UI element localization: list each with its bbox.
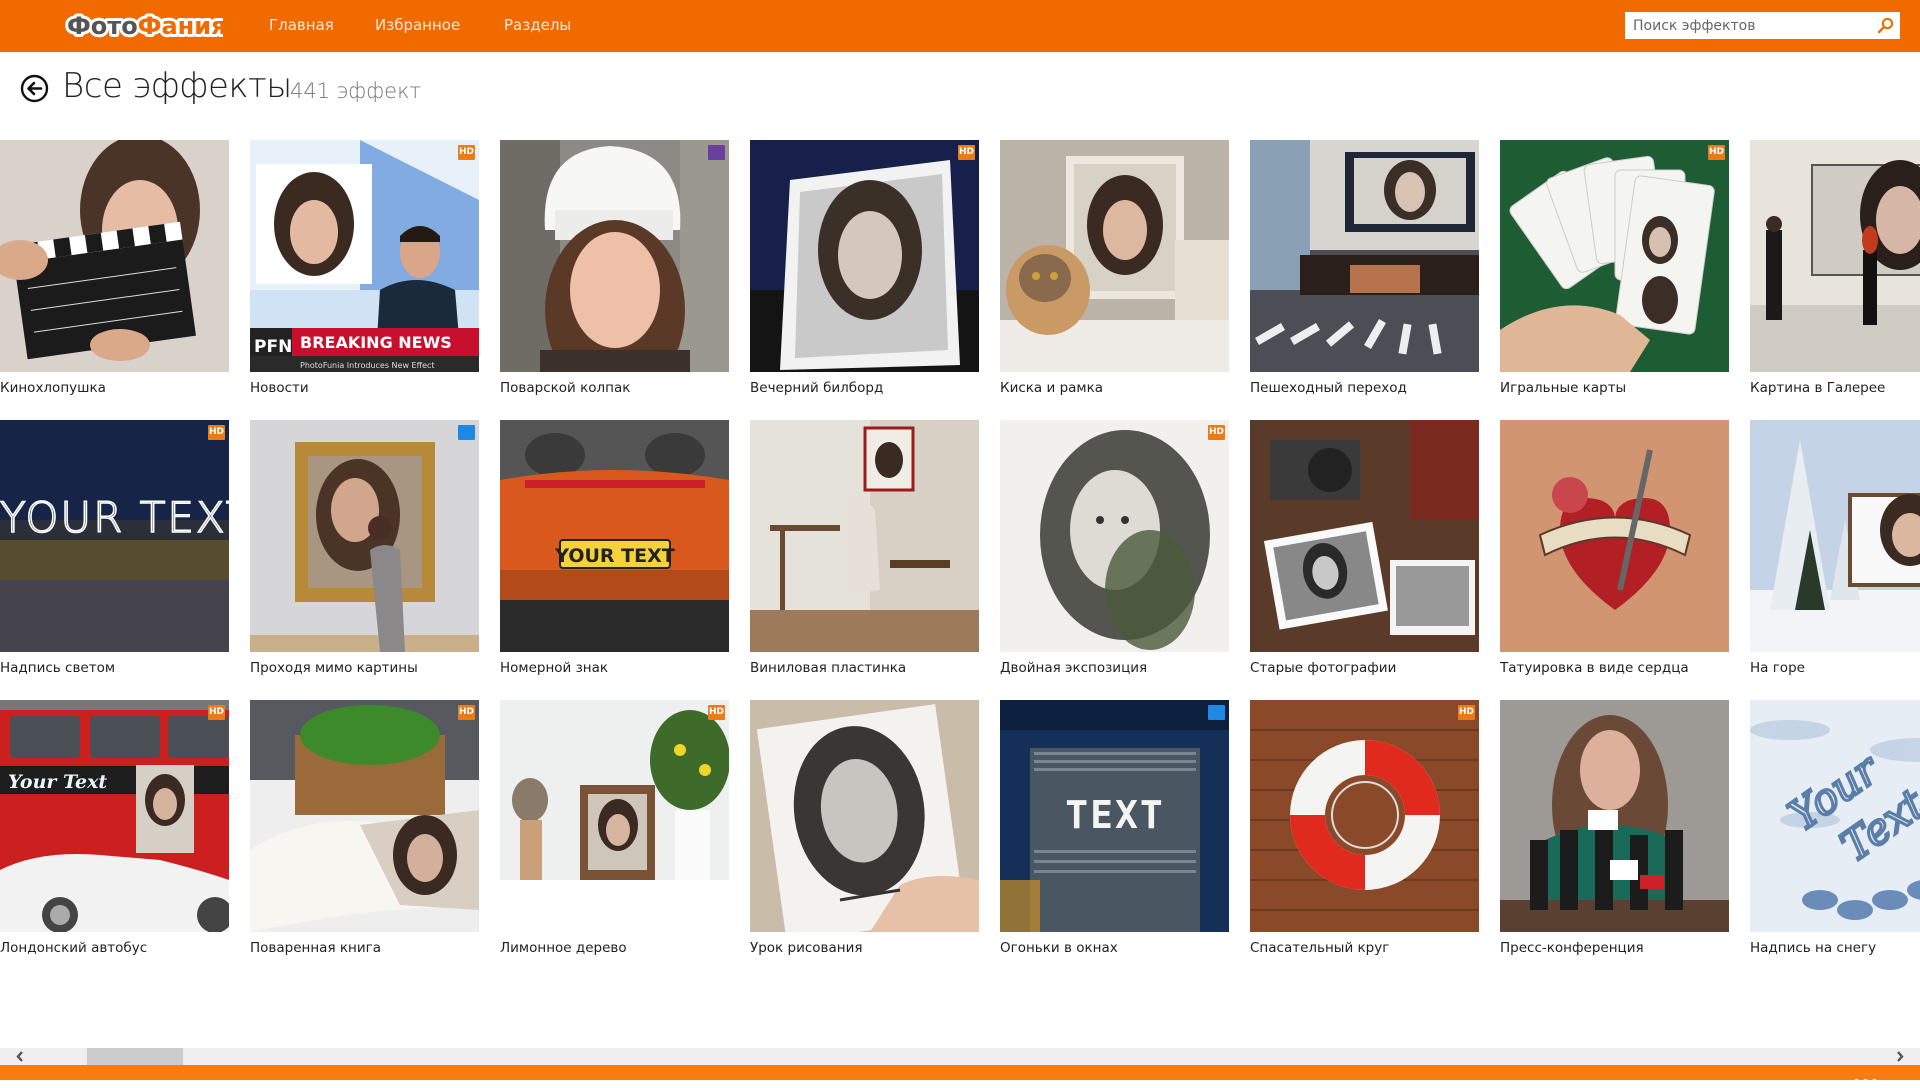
- video-camera-icon: [1208, 705, 1225, 720]
- effect-count: 441 эффект: [290, 79, 422, 103]
- effect-thumbnail[interactable]: [500, 140, 729, 372]
- hd-badge: HD: [958, 145, 975, 160]
- effect-thumbnail[interactable]: HD: [1000, 420, 1229, 652]
- svg-text:YOUR TEXT: YOUR TEXT: [0, 493, 229, 542]
- effect-thumbnail[interactable]: HD: [1250, 700, 1479, 932]
- top-app-bar: ФотоФания ФотоФания Главная Избранное Ра…: [0, 0, 1920, 52]
- effect-thumbnail[interactable]: [1500, 420, 1729, 652]
- effect-label: Новости: [250, 380, 309, 396]
- more-options-icon[interactable]: [1854, 1069, 1882, 1084]
- effect-label: Киска и рамка: [1000, 380, 1104, 396]
- scrollbar-thumb[interactable]: [87, 1048, 183, 1065]
- effect-label: Татуировка в виде сердца: [1500, 660, 1689, 676]
- hd-badge: HD: [1208, 425, 1225, 440]
- effect-label: Огоньки в окнах: [1000, 940, 1118, 956]
- effect-label: Надпись светом: [0, 660, 116, 676]
- effect-label: Поваренная книга: [250, 940, 381, 956]
- effect-thumbnail[interactable]: [1250, 140, 1479, 372]
- effect-label: Пресс-конференция: [1500, 940, 1644, 956]
- hd-badge: HD: [458, 705, 475, 720]
- svg-text:PhotoFunia Introduces New Effe: PhotoFunia Introduces New Effect: [300, 361, 435, 370]
- svg-text:YOUR TEXT: YOUR TEXT: [554, 545, 674, 567]
- effect-label: Старые фотографии: [1250, 660, 1397, 676]
- effect-label: Спасательный круг: [1250, 940, 1390, 956]
- search-input[interactable]: [1625, 12, 1873, 39]
- search-box: [1625, 12, 1900, 39]
- svg-text:TEXT: TEXT: [1065, 793, 1165, 837]
- effect-label: Пешеходный переход: [1250, 380, 1407, 396]
- effect-thumbnail[interactable]: Your Text: [1750, 700, 1920, 932]
- logo-text: ФотоФания: [67, 12, 223, 40]
- effect-label: На горе: [1750, 660, 1805, 676]
- effect-thumbnail[interactable]: [0, 140, 229, 372]
- hd-badge: HD: [208, 425, 225, 440]
- app-logo[interactable]: ФотоФания ФотоФания: [65, 9, 223, 41]
- face-detection-icon: [708, 145, 725, 160]
- effect-thumbnail[interactable]: PFN BREAKING NEWS PhotoFunia Introduces …: [250, 140, 479, 372]
- effect-label: Урок рисования: [750, 940, 863, 956]
- effect-label: Вечерний билборд: [750, 380, 884, 396]
- search-icon[interactable]: [1877, 17, 1894, 34]
- video-camera-icon: [458, 425, 475, 440]
- effect-label: Лондонский автобус: [0, 940, 148, 956]
- effect-thumbnail[interactable]: HD: [750, 140, 979, 372]
- effect-thumbnail[interactable]: HD: [250, 700, 479, 932]
- effect-thumbnail[interactable]: Your Text HD: [0, 700, 229, 932]
- effects-grid: Кинохлопушка PFN BREAKING NEWS PhotoFuni…: [0, 140, 1920, 1040]
- horizontal-scrollbar[interactable]: [0, 1048, 1920, 1065]
- effect-label: Лимонное дерево: [500, 940, 627, 956]
- effect-thumbnail[interactable]: [750, 420, 979, 652]
- nav-sections[interactable]: Разделы: [504, 16, 571, 34]
- bottom-app-bar: [0, 1065, 1920, 1084]
- svg-text:Your Text: Your Text: [8, 771, 107, 793]
- effect-thumbnail[interactable]: [1250, 420, 1479, 652]
- hd-badge: HD: [458, 145, 475, 160]
- scroll-left-icon[interactable]: [14, 1050, 26, 1063]
- hd-badge: HD: [1458, 705, 1475, 720]
- effect-label: Кинохлопушка: [0, 380, 106, 396]
- effect-thumbnail[interactable]: [1000, 140, 1229, 372]
- effect-thumbnail[interactable]: YOUR TEXT: [500, 420, 729, 652]
- svg-text:PFN: PFN: [254, 337, 292, 357]
- effect-thumbnail[interactable]: HD: [1500, 140, 1729, 372]
- effect-thumbnail[interactable]: [250, 420, 479, 652]
- effect-thumbnail[interactable]: TEXT: [1000, 700, 1229, 932]
- effect-thumbnail[interactable]: YOUR TEXT HD: [0, 420, 229, 652]
- effect-label: Надпись на снегу: [1750, 940, 1877, 956]
- hd-badge: HD: [708, 705, 725, 720]
- page-title: Все эффекты: [62, 66, 292, 106]
- scroll-right-icon[interactable]: [1894, 1050, 1906, 1063]
- nav-home[interactable]: Главная: [269, 16, 334, 34]
- hd-badge: HD: [1708, 145, 1725, 160]
- effect-thumbnail[interactable]: HD: [500, 700, 729, 932]
- effect-label: Поварской колпак: [500, 380, 631, 396]
- svg-text:BREAKING NEWS: BREAKING NEWS: [300, 333, 452, 352]
- effect-thumbnail[interactable]: [1750, 140, 1920, 372]
- effect-thumbnail[interactable]: [1500, 700, 1729, 932]
- effect-label: Виниловая пластинка: [750, 660, 907, 676]
- effect-label: Проходя мимо картины: [250, 660, 418, 676]
- effect-thumbnail[interactable]: [1750, 420, 1920, 652]
- effect-thumbnail[interactable]: [750, 700, 979, 932]
- effect-label: Игральные карты: [1500, 380, 1627, 396]
- effect-label: Картина в Галерее: [1750, 380, 1886, 396]
- effect-label: Двойная экспозиция: [1000, 660, 1148, 676]
- back-arrow-icon[interactable]: [20, 74, 49, 103]
- hd-badge: HD: [208, 705, 225, 720]
- nav-favorites[interactable]: Избранное: [375, 16, 460, 34]
- effect-label: Номерной знак: [500, 660, 609, 676]
